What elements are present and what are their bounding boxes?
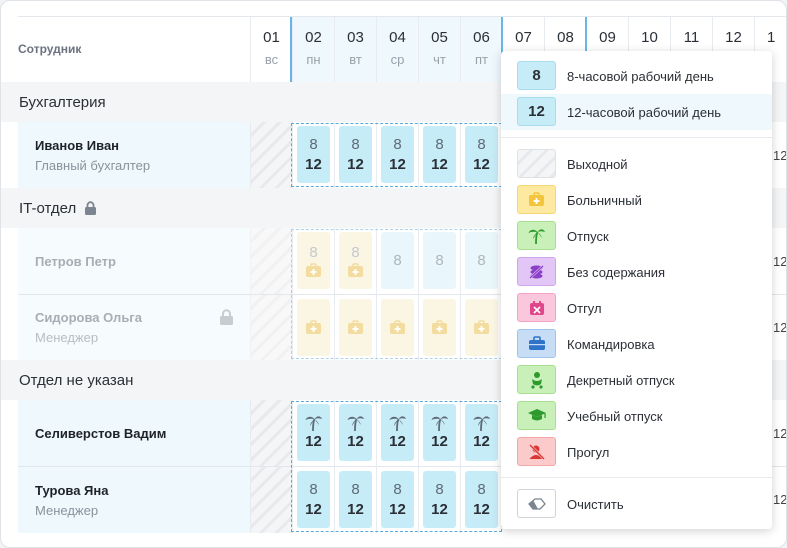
weekend-stripes-icon — [517, 149, 556, 178]
shift-8-icon: 8 — [517, 61, 556, 90]
employee-role: Менеджер — [35, 330, 99, 345]
menu-item-time-off[interactable]: Отгул — [501, 290, 772, 326]
menu-item-maternity[interactable]: Декретный отпуск — [501, 362, 772, 398]
department-name: IT-отдел — [19, 199, 77, 217]
department-name: Отдел не указан — [19, 371, 134, 389]
selection-box — [291, 401, 502, 532]
day-cell-weekend[interactable] — [250, 295, 292, 360]
cutoff-value: 12 — [773, 492, 787, 507]
briefcase-icon — [517, 329, 556, 358]
employee-cell[interactable]: Петров Петр — [18, 228, 250, 294]
menu-item-unpaid[interactable]: Без содержания — [501, 254, 772, 290]
palm-icon — [517, 221, 556, 250]
cutoff-value: 12 — [773, 148, 787, 163]
cutoff-value: 12 — [773, 254, 787, 269]
employee-name: Селиверстов Вадим — [35, 425, 167, 441]
day-cell-weekend[interactable] — [250, 400, 292, 466]
menu-item-weekend[interactable]: Выходной — [501, 146, 772, 182]
medkit-icon — [517, 185, 556, 214]
day-header-06[interactable]: 06 пт — [460, 17, 502, 82]
day-header-05[interactable]: 05 чт — [418, 17, 460, 82]
employee-name: Петров Петр — [35, 253, 116, 269]
menu-item-12-hour[interactable]: 12 12-часовой рабочий день — [501, 94, 772, 130]
employee-role: Менеджер — [35, 502, 99, 518]
shift-12-icon: 12 — [517, 97, 556, 126]
employee-cell[interactable]: Сидорова Ольга Менеджер — [18, 295, 250, 360]
schedule-grid: Сотрудник 01 вс 02 пн 03 вт 04 ср 05 чт 06 пт … — [1, 1, 787, 547]
schedule-frame: Сотрудник 01 вс 02 пн 03 вт 04 ср 05 чт 06 пт … — [0, 0, 787, 548]
graduation-cap-icon — [517, 401, 556, 430]
baby-icon — [517, 365, 556, 394]
menu-divider — [501, 137, 772, 138]
menu-item-8-hour[interactable]: 8 8-часовой рабочий день — [501, 58, 772, 94]
employee-role: Главный бухгалтер — [35, 157, 151, 173]
selection-header-left-marker — [290, 17, 292, 82]
user-x-icon — [517, 437, 556, 466]
menu-item-absence[interactable]: Прогул — [501, 434, 772, 470]
day-cell-weekend[interactable] — [250, 122, 292, 188]
day-cell-weekend[interactable] — [250, 467, 292, 533]
employee-name: Турова Яна — [35, 482, 109, 498]
menu-item-clear[interactable]: Очистить — [501, 486, 772, 522]
employee-name: Иванов Иван — [35, 137, 120, 153]
cutoff-value: 12 — [773, 320, 787, 335]
eraser-icon — [517, 489, 556, 518]
employee-name: Сидорова Ольга — [35, 310, 142, 325]
menu-item-vacation[interactable]: Отпуск — [501, 218, 772, 254]
day-header-03[interactable]: 03 вт — [334, 17, 376, 82]
department-name: Бухгалтерия — [19, 93, 106, 111]
lock-icon — [220, 309, 233, 325]
calendar-x-icon — [517, 293, 556, 322]
menu-divider — [501, 477, 772, 478]
coins-icon — [517, 257, 556, 286]
day-cell-weekend[interactable] — [250, 228, 292, 294]
menu-item-business-trip[interactable]: Командировка — [501, 326, 772, 362]
selection-box — [291, 229, 502, 359]
menu-item-sick[interactable]: Больничный — [501, 182, 772, 218]
employee-cell[interactable]: Иванов Иван Главный бухгалтер — [18, 122, 250, 188]
day-header-02[interactable]: 02 пн — [292, 17, 334, 82]
employee-column-header: Сотрудник — [18, 42, 82, 56]
lock-icon — [85, 200, 97, 215]
day-header-04[interactable]: 04 ср — [376, 17, 418, 82]
day-type-menu: 8 8-часовой рабочий день 12 12-часовой р… — [501, 51, 772, 529]
employee-cell[interactable]: Турова Яна Менеджер — [18, 467, 250, 533]
cutoff-value: 12 — [773, 426, 787, 441]
selection-box — [291, 123, 502, 187]
menu-item-study-leave[interactable]: Учебный отпуск — [501, 398, 772, 434]
day-header-01[interactable]: 01 вс — [250, 17, 292, 82]
employee-cell[interactable]: Селиверстов Вадим — [18, 400, 250, 466]
